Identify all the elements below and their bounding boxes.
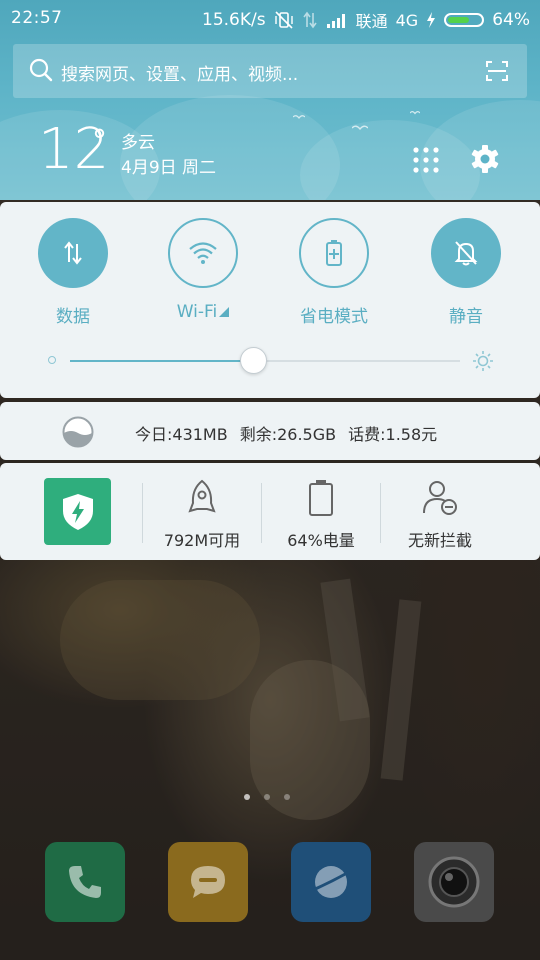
toggle-data-label: 数据 — [56, 307, 90, 327]
camera-icon — [428, 856, 480, 908]
degree-symbol: ° — [92, 124, 107, 159]
weather-condition: 多云 — [121, 133, 155, 153]
battery-icon — [444, 13, 485, 27]
gear-icon[interactable] — [470, 144, 500, 174]
toggle-wifi[interactable]: Wi-Fi — [163, 218, 243, 322]
status-bar: 22:57 15.6K/s 联通 4G 64% — [0, 0, 540, 38]
dock-messages[interactable] — [168, 842, 248, 922]
grid-icon[interactable] — [413, 147, 439, 173]
usage-today: 今日:431MB — [135, 425, 228, 444]
user-block-icon — [423, 481, 457, 515]
brightness-low-icon — [48, 356, 56, 364]
battery-status-button[interactable]: 64%电量 — [266, 479, 376, 551]
network-type: 4G — [395, 10, 419, 30]
page-dot — [244, 794, 250, 800]
signal-icon — [326, 14, 345, 28]
rocket-icon — [188, 479, 216, 513]
shield-bolt-icon — [62, 493, 93, 530]
toggle-data-circle[interactable] — [38, 218, 108, 288]
battery-percent: 64% — [492, 10, 530, 30]
notification-header: 22:57 15.6K/s 联通 4G 64% 搜索网页、设置、应用、视频...… — [0, 0, 540, 200]
wifi-label-text: Wi-Fi — [176, 302, 218, 322]
toggle-battery-saver-circle[interactable] — [299, 218, 369, 288]
brightness-high-icon — [473, 351, 493, 371]
toggle-mute-label: 静音 — [449, 307, 483, 327]
usage-balance: 话费:1.58元 — [348, 425, 438, 444]
status-time: 22:57 — [11, 8, 63, 28]
brightness-slider[interactable] — [48, 347, 494, 374]
data-transfer-icon — [302, 11, 317, 29]
data-usage-bar[interactable]: 今日:431MB 剩余:26.5GB 话费:1.58元 — [0, 402, 540, 460]
expand-corner-icon — [219, 307, 230, 317]
toggle-wifi-label: Wi-Fi — [163, 302, 243, 322]
vibrate-off-icon — [274, 11, 293, 29]
battery-saver-icon — [326, 240, 342, 266]
data-transfer-icon — [64, 241, 82, 265]
bird-icon — [352, 125, 368, 131]
toggle-mute[interactable]: 静音 — [426, 218, 506, 327]
toggle-wifi-circle[interactable] — [168, 218, 238, 288]
toggle-mute-circle[interactable] — [431, 218, 501, 288]
phone-icon — [69, 866, 101, 898]
dock-phone[interactable] — [45, 842, 125, 922]
block-list-button[interactable]: 无新拦截 — [385, 479, 495, 551]
memory-available-label: 792M可用 — [163, 531, 241, 550]
security-app-button[interactable] — [44, 478, 111, 545]
bird-icon — [410, 111, 420, 115]
quick-toggle-panel: 数据 Wi-Fi 省电模式 静音 — [0, 202, 540, 398]
wifi-icon — [189, 242, 217, 264]
charging-icon — [427, 12, 436, 28]
block-status-label: 无新拦截 — [407, 531, 472, 550]
memory-cleanup-button[interactable]: 792M可用 — [147, 479, 257, 551]
usage-remaining: 剩余:26.5GB — [239, 425, 337, 444]
dock-camera[interactable] — [414, 842, 494, 922]
toggle-battery-saver-label: 省电模式 — [300, 307, 368, 327]
message-icon — [191, 866, 225, 898]
battery-icon — [309, 480, 333, 516]
page-dot — [284, 794, 290, 800]
bell-muted-icon — [454, 241, 478, 266]
search-placeholder: 搜索网页、设置、应用、视频... — [61, 65, 299, 85]
weather-date: 4月9日 周二 — [121, 158, 217, 178]
search-icon — [29, 58, 53, 82]
search-bar[interactable]: 搜索网页、设置、应用、视频... — [13, 44, 527, 98]
page-indicator — [244, 794, 290, 800]
bird-icon — [293, 115, 305, 119]
globe-icon — [312, 866, 350, 898]
security-shortcuts: 792M可用 64%电量 无新拦截 — [0, 463, 540, 560]
toggle-data[interactable]: 数据 — [33, 218, 113, 327]
toggle-battery-saver[interactable]: 省电模式 — [294, 218, 374, 327]
brightness-thumb[interactable] — [240, 347, 268, 374]
battery-status-label: 64%电量 — [287, 531, 355, 550]
data-usage-icon — [62, 416, 94, 448]
scan-icon[interactable] — [485, 59, 509, 83]
page-dot — [264, 794, 270, 800]
carrier-name: 联通 — [355, 12, 388, 31]
dock-browser[interactable] — [291, 842, 371, 922]
net-speed: 15.6K/s — [202, 10, 266, 30]
